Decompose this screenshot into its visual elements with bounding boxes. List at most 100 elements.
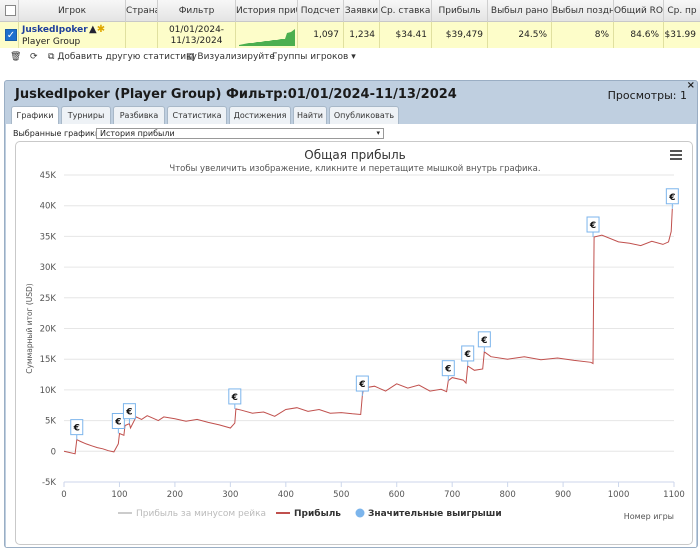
col-header-profit[interactable]: Прибыль <box>432 0 488 22</box>
profit-chart[interactable]: Общая прибыль Чтобы увеличить изображение… <box>16 142 694 546</box>
profit-series-line <box>63 208 673 455</box>
tab-find[interactable]: Найти <box>293 106 327 124</box>
col-header-late-out[interactable]: Выбыл поздно <box>552 0 614 22</box>
y-tick-label: 25K <box>40 294 57 304</box>
legend-item: Значительные выигрыши <box>368 509 502 519</box>
avg-profit-value: $31.99 <box>664 30 697 40</box>
chart-subtitle: Чтобы увеличить изображение, кликните и … <box>169 164 540 174</box>
player-groups-label: Группы игроков <box>272 52 349 62</box>
close-icon[interactable]: × <box>687 80 695 91</box>
x-tick-label: 0 <box>61 490 66 500</box>
filter-start: 01/01/2024- <box>168 25 225 35</box>
tab-tournaments[interactable]: Турниры <box>61 106 111 124</box>
big-win-euro-icon: € <box>589 221 596 231</box>
big-win-euro-icon: € <box>444 365 451 375</box>
legend-swatch <box>355 508 365 518</box>
x-tick-label: 700 <box>444 490 460 500</box>
big-win-euro-icon: € <box>125 408 132 418</box>
chart-menu-button[interactable] <box>670 150 682 160</box>
add-stats-icon: ⧉ <box>48 52 55 62</box>
late-out-value: 8% <box>552 22 614 48</box>
col-header-entries[interactable]: Заявки <box>344 0 380 22</box>
select-all-cell[interactable] <box>0 0 19 22</box>
stats-panel: JuskedIpoker (Player Group) Фильтр:01/01… <box>4 80 698 548</box>
avg-stake-value: $34.41 <box>380 22 432 48</box>
tab-publish[interactable]: Опубликовать <box>329 106 399 124</box>
y-tick-label: 20K <box>40 325 57 335</box>
player-groups-dropdown[interactable]: Группы игроков ▾ <box>272 51 356 64</box>
visualize-button[interactable]: ▤ Визуализируйте <box>186 51 275 64</box>
col-header-total-roi[interactable]: Общий ROI <box>614 0 664 22</box>
chart-select-label: Выбранные графики: <box>13 129 103 138</box>
tab-achievements[interactable]: Достижения <box>229 106 291 124</box>
chart-title: Общая прибыль <box>304 148 405 162</box>
trash-icon[interactable]: 🗑 <box>10 51 21 64</box>
y-tick-label: 45K <box>40 171 57 181</box>
chevron-down-icon: ▾ <box>376 129 380 137</box>
shark-icon: ▲ <box>89 24 97 35</box>
big-win-euro-icon: € <box>358 380 365 390</box>
tab-breakdown[interactable]: Разбивка <box>113 106 165 124</box>
early-out-value: 24.5% <box>488 22 552 48</box>
chart-select[interactable]: История прибыли ▾ <box>96 128 384 139</box>
x-tick-label: 800 <box>500 490 516 500</box>
x-tick-label: 400 <box>278 490 294 500</box>
filter-end: 11/13/2024 <box>170 36 223 46</box>
x-tick-label: 900 <box>555 490 571 500</box>
views-counter: Просмотры: 1 <box>607 89 687 102</box>
y-tick-label: 40K <box>40 202 57 212</box>
col-header-avg-stake[interactable]: Ср. ставка <box>380 0 432 22</box>
col-header-profit-history[interactable]: История прибыли <box>236 0 298 22</box>
add-stats-button[interactable]: ⧉ Добавить другую статистику <box>48 51 197 64</box>
y-tick-label: 35K <box>40 232 57 242</box>
x-tick-label: 1100 <box>663 490 685 500</box>
col-header-country[interactable]: Страна <box>126 0 158 22</box>
player-cell: JuskedIpoker Player Group ▲✱ <box>19 22 126 48</box>
chevron-down-icon: ▾ <box>351 52 356 62</box>
panel-body: Выбранные графики: История прибыли ▾ Общ… <box>6 124 696 547</box>
x-tick-label: 600 <box>389 490 405 500</box>
profit-history-cell <box>236 22 298 48</box>
y-tick-label: 15K <box>40 355 57 365</box>
row-checkbox[interactable]: ✓ <box>5 29 17 41</box>
col-header-filter[interactable]: Фильтр <box>158 0 236 22</box>
y-tick-label: -5K <box>42 478 56 488</box>
x-tick-label: 300 <box>222 490 238 500</box>
col-header-avg-profit[interactable]: Ср. пр <box>664 0 700 22</box>
table-header: Игрок Страна Фильтр История прибыли Подс… <box>0 0 700 22</box>
player-table: Игрок Страна Фильтр История прибыли Подс… <box>0 0 700 48</box>
y-tick-label: 30K <box>40 263 57 273</box>
tab-statistics[interactable]: Статистика <box>167 106 227 124</box>
profit-value: $39,479 <box>432 22 488 48</box>
x-tick-label: 100 <box>111 490 127 500</box>
big-win-euro-icon: € <box>464 350 471 360</box>
big-win-euro-icon: € <box>73 424 80 434</box>
player-name-link[interactable]: JuskedIpoker <box>22 25 88 35</box>
panel-title: JuskedIpoker (Player Group) Фильтр:01/01… <box>15 87 457 102</box>
x-tick-label: 1000 <box>608 490 630 500</box>
big-win-euro-icon: € <box>480 336 487 346</box>
row-select-cell[interactable]: ✓ <box>0 22 19 48</box>
select-all-checkbox[interactable] <box>5 5 16 16</box>
refresh-icon[interactable]: ⟳ <box>30 51 38 64</box>
big-win-euro-icon: € <box>114 417 121 427</box>
col-header-count[interactable]: Подсчет <box>298 0 344 22</box>
table-toolbar: 🗑 ⟳ ⧉ Добавить другую статистику ▤ Визуа… <box>0 49 700 65</box>
legend-item: Прибыль <box>294 508 341 519</box>
y-tick-label: 0 <box>51 447 56 457</box>
y-axis-title: Суммарный итог (USD) <box>25 283 34 374</box>
chart-container[interactable]: Общая прибыль Чтобы увеличить изображение… <box>15 141 693 545</box>
player-icons: ▲✱ <box>89 24 105 35</box>
profit-sparkline <box>239 29 295 46</box>
total-roi-value: 84.6% <box>614 22 664 48</box>
tab-charts[interactable]: Графики <box>11 106 59 125</box>
count-value: 1,097 <box>298 22 344 48</box>
col-header-player[interactable]: Игрок <box>19 0 126 22</box>
y-tick-label: 10K <box>40 386 57 396</box>
add-stats-label: Добавить другую статистику <box>57 52 197 62</box>
table-row[interactable]: ✓ JuskedIpoker Player Group ▲✱ 01/01/202… <box>0 22 700 48</box>
big-win-euro-icon: € <box>231 393 238 403</box>
col-header-early-out[interactable]: Выбыл рано <box>488 0 552 22</box>
visualize-label: Визуализируйте <box>197 52 275 62</box>
big-win-euro-icon: € <box>668 193 675 203</box>
